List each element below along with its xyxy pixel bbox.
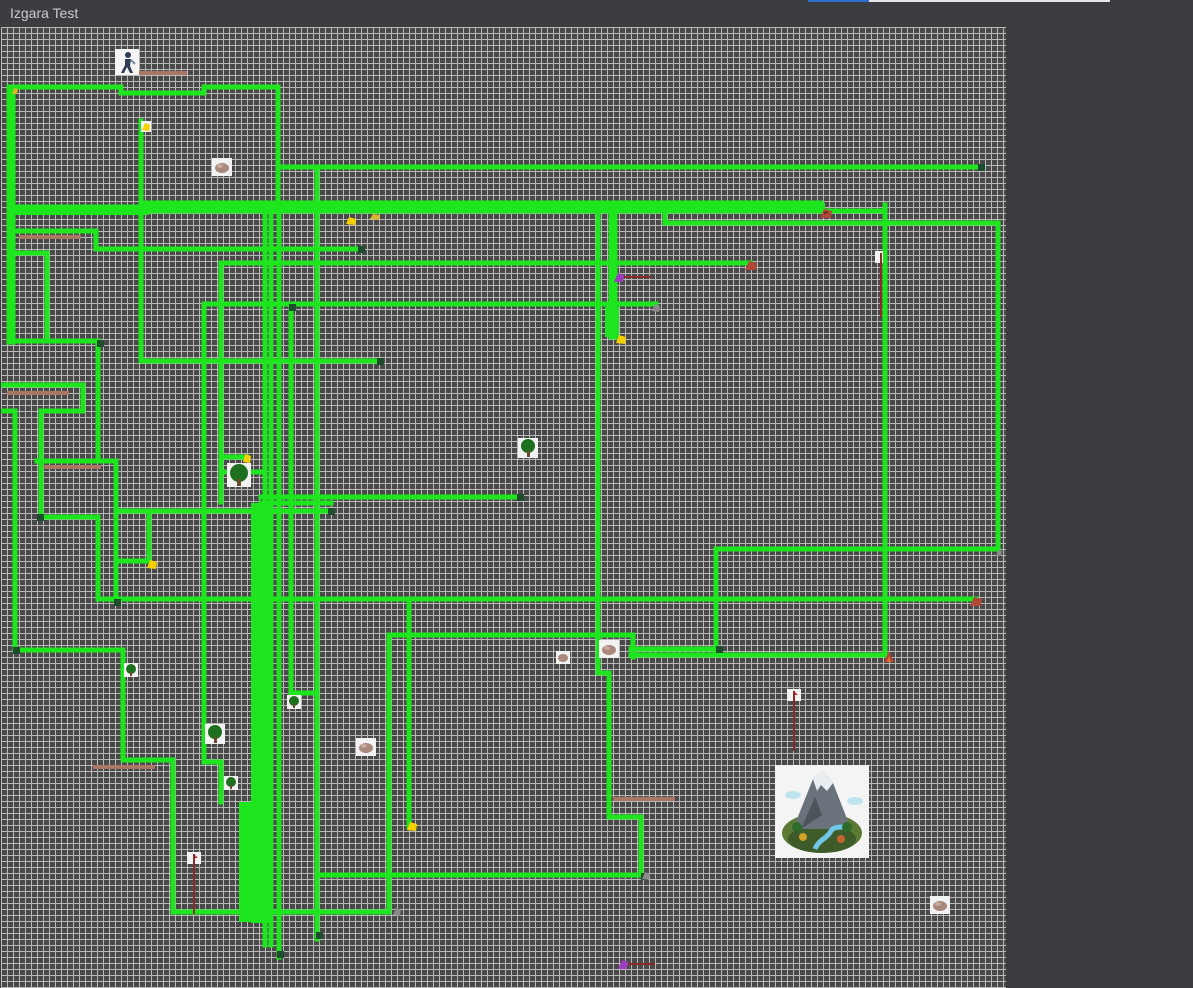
- gold-ore-icon[interactable]: [141, 121, 151, 132]
- mountain-island-icon[interactable]: [775, 765, 869, 858]
- stone-icon[interactable]: [651, 303, 661, 313]
- rock-icon[interactable]: [556, 651, 570, 664]
- rock-icon[interactable]: [212, 158, 232, 176]
- purple-crystal-icon[interactable]: [613, 270, 653, 284]
- gold-ore-icon[interactable]: [345, 215, 357, 226]
- rock-icon[interactable]: [599, 640, 619, 658]
- tree-icon[interactable]: [224, 776, 238, 790]
- rock-icon[interactable]: [930, 896, 950, 914]
- window-titlebar: Izgara Test: [0, 0, 1193, 27]
- titlebar-tab-indicator: [808, 0, 869, 2]
- stone-icon[interactable]: [995, 549, 1003, 557]
- tree-icon[interactable]: [205, 724, 225, 744]
- flag-icon[interactable]: [787, 689, 801, 751]
- player-person-icon[interactable]: [115, 49, 139, 75]
- flag-icon[interactable]: [875, 251, 883, 317]
- tree-icon[interactable]: [227, 463, 251, 487]
- stone-icon[interactable]: [641, 871, 651, 881]
- campfire-icon[interactable]: [882, 649, 896, 663]
- iron-ore-icon[interactable]: [969, 595, 983, 607]
- rock-icon[interactable]: [356, 738, 376, 756]
- stone-icon[interactable]: [392, 907, 402, 917]
- brown-bars: [7, 71, 675, 801]
- flag-icon[interactable]: [187, 852, 201, 914]
- tree-icon[interactable]: [518, 438, 538, 458]
- gold-ore-icon[interactable]: [11, 87, 19, 95]
- gold-ore-icon[interactable]: [146, 558, 158, 570]
- tree-icon[interactable]: [287, 695, 301, 709]
- game-grid[interactable]: [1, 27, 1006, 988]
- gold-ore-icon[interactable]: [369, 213, 381, 221]
- purple-crystal-icon[interactable]: [617, 957, 657, 971]
- gold-ore-icon[interactable]: [242, 452, 252, 464]
- titlebar-input-strip: [869, 0, 1110, 2]
- iron-ore-icon[interactable]: [744, 259, 758, 271]
- window-title: Izgara Test: [10, 5, 79, 21]
- gold-ore-icon[interactable]: [406, 820, 418, 832]
- gold-ore-icon[interactable]: [615, 333, 627, 345]
- iron-ore-icon[interactable]: [819, 207, 833, 219]
- tree-icon[interactable]: [124, 663, 138, 677]
